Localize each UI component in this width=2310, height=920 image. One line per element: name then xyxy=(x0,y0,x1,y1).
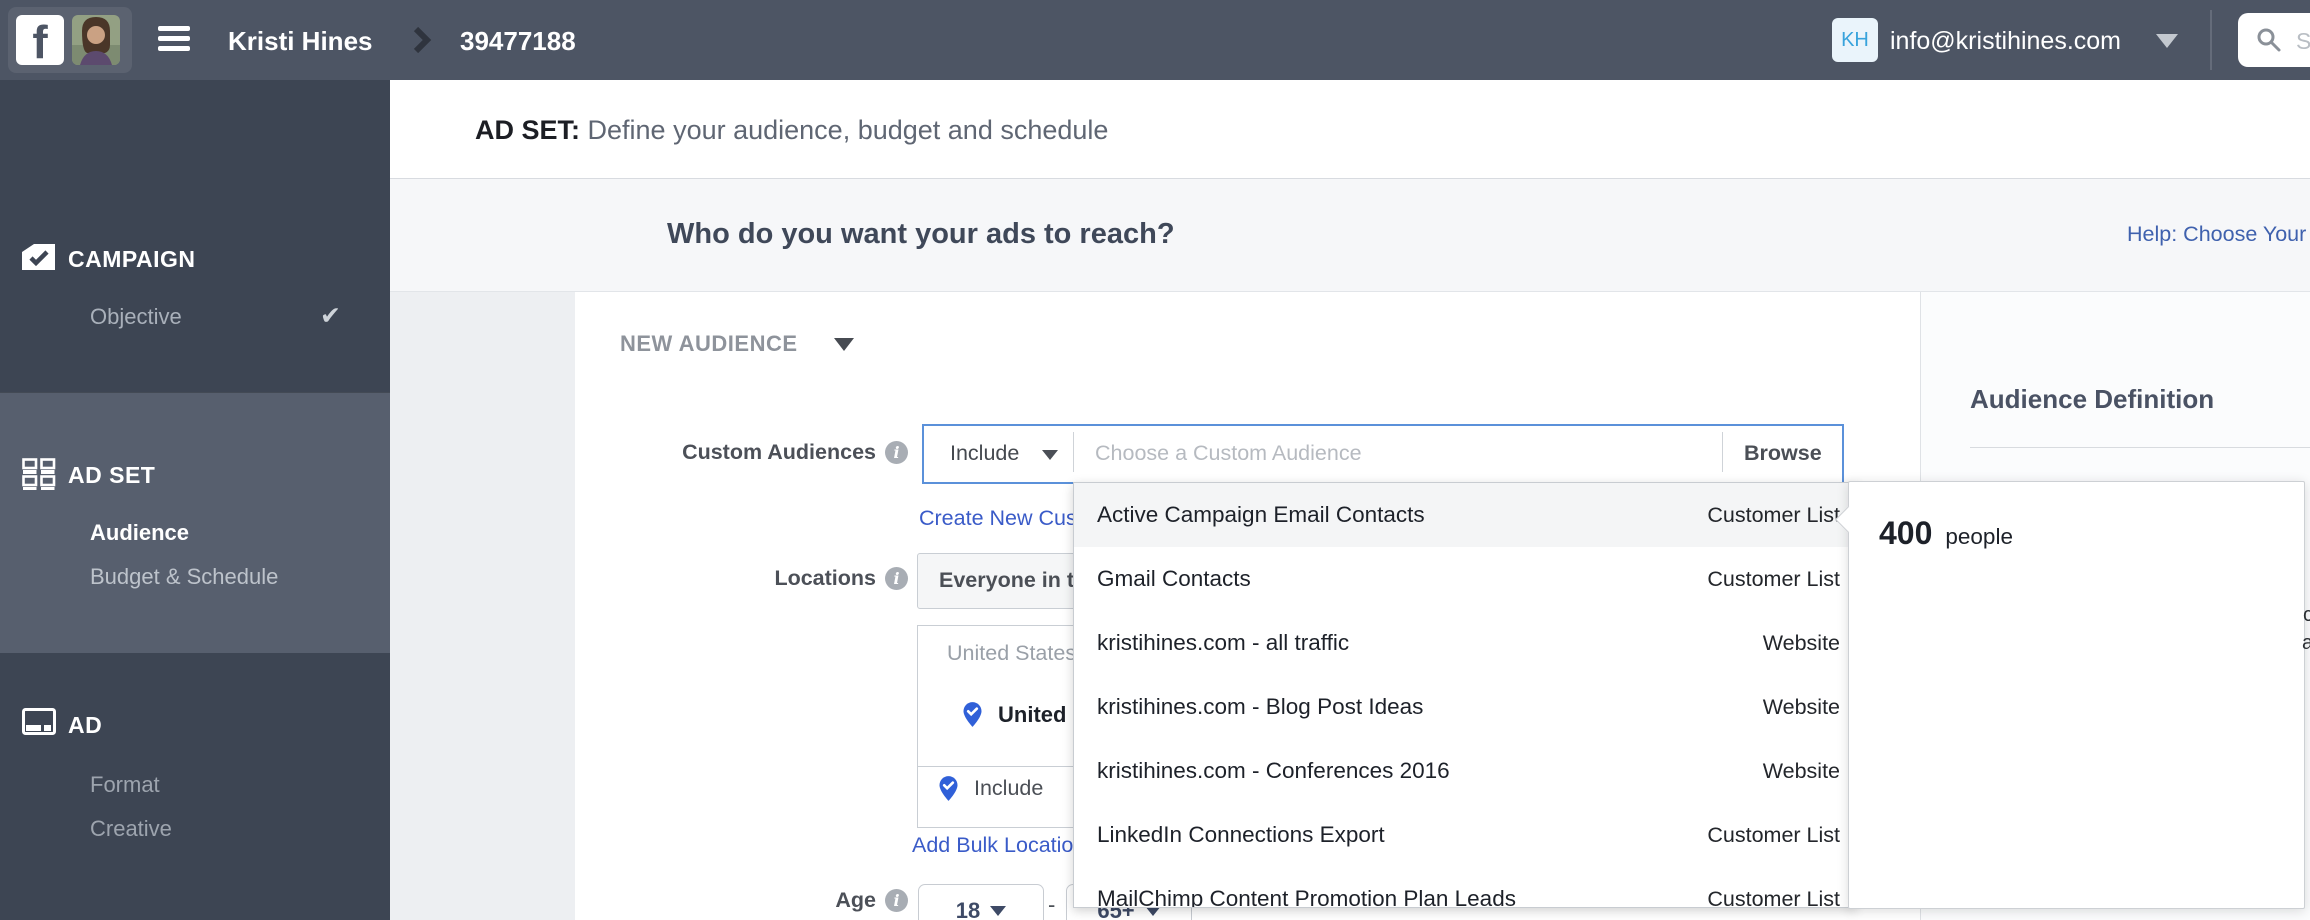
include-location-mode: Include xyxy=(974,776,1044,800)
audience-option-name: kristihines.com - Conferences 2016 xyxy=(1097,758,1450,783)
combobox-divider xyxy=(1722,432,1723,472)
locations-label: Locations xyxy=(774,566,876,590)
account-initials-badge[interactable]: KH xyxy=(1832,18,1878,62)
sidebar-item-format[interactable]: Format xyxy=(90,772,160,798)
ads-manager-screen: f Kristi Hines 39477188 KH info@kristihi… xyxy=(0,0,2310,920)
menu-hamburger-icon[interactable] xyxy=(158,26,190,54)
custom-audiences-label-row: Custom Audiences i xyxy=(575,440,908,465)
audience-option-type: Customer List xyxy=(1707,502,1840,527)
age-min-caret-icon xyxy=(990,906,1007,916)
audience-selector[interactable]: NEW AUDIENCE xyxy=(620,331,798,357)
info-icon[interactable]: i xyxy=(885,567,908,590)
age-min-value: 18 xyxy=(955,898,981,920)
audience-option-name: kristihines.com - all traffic xyxy=(1097,630,1350,655)
audience-option[interactable]: MailChimp Content Promotion Plan Leads C… xyxy=(1074,867,1855,908)
search-icon xyxy=(2256,27,2282,58)
panel-divider xyxy=(1970,447,2310,448)
step-title: AD SET: Define your audience, budget and… xyxy=(475,115,1108,146)
audience-option[interactable]: Gmail Contacts Customer List xyxy=(1074,547,1855,611)
location-pin-icon xyxy=(963,702,982,727)
audience-option-type: Customer List xyxy=(1707,886,1840,908)
sidebar-item-audience[interactable]: Audience xyxy=(90,520,189,546)
custom-audience-combobox[interactable]: Include Choose a Custom Audience Browse xyxy=(922,424,1844,484)
sidebar-item-objective[interactable]: Objective xyxy=(90,304,182,330)
audience-option[interactable]: kristihines.com - Blog Post Ideas Websit… xyxy=(1074,675,1855,739)
audience-option-type: Website xyxy=(1762,630,1840,655)
breadcrumb-campaign-id[interactable]: 39477188 xyxy=(460,26,576,57)
sidebar-section-ad xyxy=(0,653,390,920)
audience-option[interactable]: kristihines.com - all traffic Website xyxy=(1074,611,1855,675)
audience-size: 400 people xyxy=(1879,515,2013,552)
sidebar-item-budget-schedule[interactable]: Budget & Schedule xyxy=(90,564,278,590)
search-placeholder: Search xyxy=(2296,28,2310,54)
info-icon[interactable]: i xyxy=(885,889,908,912)
audience-option-name: LinkedIn Connections Export xyxy=(1097,822,1385,847)
audience-option-name: MailChimp Content Promotion Plan Leads xyxy=(1097,886,1516,908)
audience-option[interactable]: Active Campaign Email Contacts Customer … xyxy=(1074,483,1855,547)
locations-label-row: Locations i xyxy=(575,566,908,591)
location-pin-icon xyxy=(939,776,958,801)
custom-audience-dropdown: Active Campaign Email Contacts Customer … xyxy=(1073,482,1856,908)
age-range-separator: - xyxy=(1048,892,1056,917)
audience-count: 400 xyxy=(1879,515,1933,551)
audience-option-type: Customer List xyxy=(1707,822,1840,847)
audience-size-tooltip: 400 people xyxy=(1835,481,2305,909)
info-icon[interactable]: i xyxy=(885,441,908,464)
include-mode-caret-icon[interactable] xyxy=(1042,450,1058,460)
age-label: Age xyxy=(835,888,876,912)
combobox-divider xyxy=(1073,432,1074,472)
step-description: Define your audience, budget and schedul… xyxy=(587,115,1109,145)
account-email[interactable]: info@kristihines.com xyxy=(1890,27,2121,56)
objective-complete-check-icon: ✔ xyxy=(320,302,341,330)
breadcrumb-account-name[interactable]: Kristi Hines xyxy=(228,26,373,57)
include-mode-dropdown[interactable]: Include xyxy=(950,441,1019,466)
user-avatar[interactable] xyxy=(72,15,120,65)
section-title: Who do you want your ads to reach? xyxy=(667,218,1175,250)
account-menu-caret-icon[interactable] xyxy=(2156,34,2178,48)
ad-monitor-icon xyxy=(22,708,56,740)
header-divider xyxy=(2210,10,2212,70)
sidebar-item-adset[interactable]: AD SET xyxy=(68,462,155,489)
campaign-flag-icon xyxy=(22,242,56,277)
sidebar-section-campaign xyxy=(0,80,390,392)
age-label-row: Age i xyxy=(575,888,908,913)
breadcrumb-chevron-icon xyxy=(412,26,432,58)
age-min-dropdown[interactable]: 18 xyxy=(918,884,1044,920)
audience-option-name: Gmail Contacts xyxy=(1097,566,1251,591)
panel-text-fragment: c xyxy=(2303,604,2310,626)
content-gutter xyxy=(390,292,575,920)
audience-count-unit: people xyxy=(1945,524,2013,549)
panel-text-fragment: a xyxy=(2302,632,2310,654)
location-tag[interactable]: United States xyxy=(947,641,1076,666)
audience-selector-caret-icon[interactable] xyxy=(834,338,854,351)
custom-audience-input-placeholder[interactable]: Choose a Custom Audience xyxy=(1095,441,1362,466)
top-header-bar: f Kristi Hines 39477188 KH info@kristihi… xyxy=(0,0,2310,80)
avatar-image xyxy=(72,15,120,65)
audience-option[interactable]: kristihines.com - Conferences 2016 Websi… xyxy=(1074,739,1855,803)
audience-option-type: Website xyxy=(1762,758,1840,783)
audience-option[interactable]: LinkedIn Connections Export Customer Lis… xyxy=(1074,803,1855,867)
sidebar-item-creative[interactable]: Creative xyxy=(90,816,172,842)
browse-button[interactable]: Browse xyxy=(1744,441,1822,466)
sidebar-item-campaign[interactable]: CAMPAIGN xyxy=(68,246,196,273)
audience-option-type: Customer List xyxy=(1707,566,1840,591)
sidebar-section-adset-active xyxy=(0,392,390,655)
facebook-logo-icon[interactable]: f xyxy=(16,15,64,68)
audience-option-name: Active Campaign Email Contacts xyxy=(1097,502,1425,527)
adset-grid-icon xyxy=(22,458,56,495)
include-location-row[interactable]: Include xyxy=(935,775,1043,802)
step-name: AD SET: xyxy=(475,115,581,145)
sidebar-item-ad[interactable]: AD xyxy=(68,712,102,739)
help-link[interactable]: Help: Choose Your Audience xyxy=(2127,222,2310,247)
custom-audiences-label: Custom Audiences xyxy=(682,440,876,464)
audience-option-type: Website xyxy=(1762,694,1840,719)
audience-option-name: kristihines.com - Blog Post Ideas xyxy=(1097,694,1424,719)
audience-definition-title: Audience Definition xyxy=(1970,384,2215,414)
